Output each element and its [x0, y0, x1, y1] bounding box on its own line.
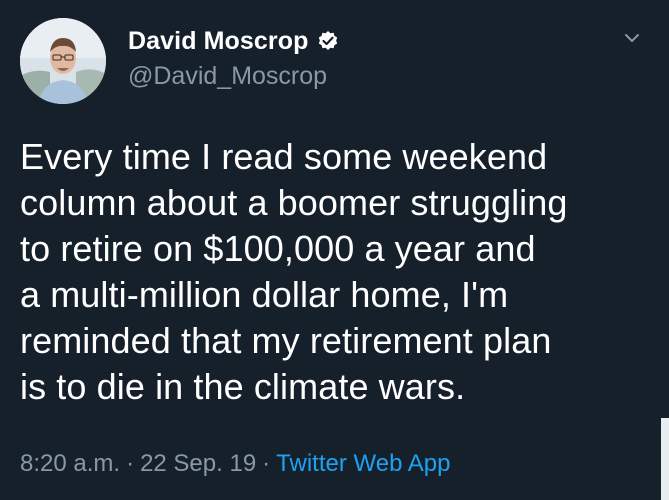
meta-separator: ·	[262, 450, 271, 477]
author-names: David Moscrop @David_Moscrop	[128, 26, 339, 91]
verified-badge-icon	[317, 30, 339, 52]
meta-separator: ·	[126, 450, 135, 477]
tweet-header: David Moscrop @David_Moscrop	[20, 18, 650, 104]
display-name[interactable]: David Moscrop	[128, 27, 309, 56]
scroll-edge	[661, 418, 669, 500]
tweet-source-link[interactable]: Twitter Web App	[276, 450, 450, 478]
display-name-row: David Moscrop	[128, 26, 339, 56]
avatar[interactable]	[20, 18, 106, 104]
chevron-down-icon[interactable]	[622, 28, 642, 48]
tweet-date[interactable]: 22 Sep. 19	[140, 450, 256, 478]
tweet-text: Every time I read some weekend column ab…	[20, 136, 568, 407]
avatar-image	[20, 18, 106, 104]
tweet-meta: 8:20 a.m. · 22 Sep. 19 · Twitter Web App	[20, 450, 450, 478]
tweet-time[interactable]: 8:20 a.m.	[20, 450, 120, 478]
tweet-card: David Moscrop @David_Moscrop Every time …	[0, 0, 669, 500]
handle[interactable]: @David_Moscrop	[128, 62, 339, 91]
